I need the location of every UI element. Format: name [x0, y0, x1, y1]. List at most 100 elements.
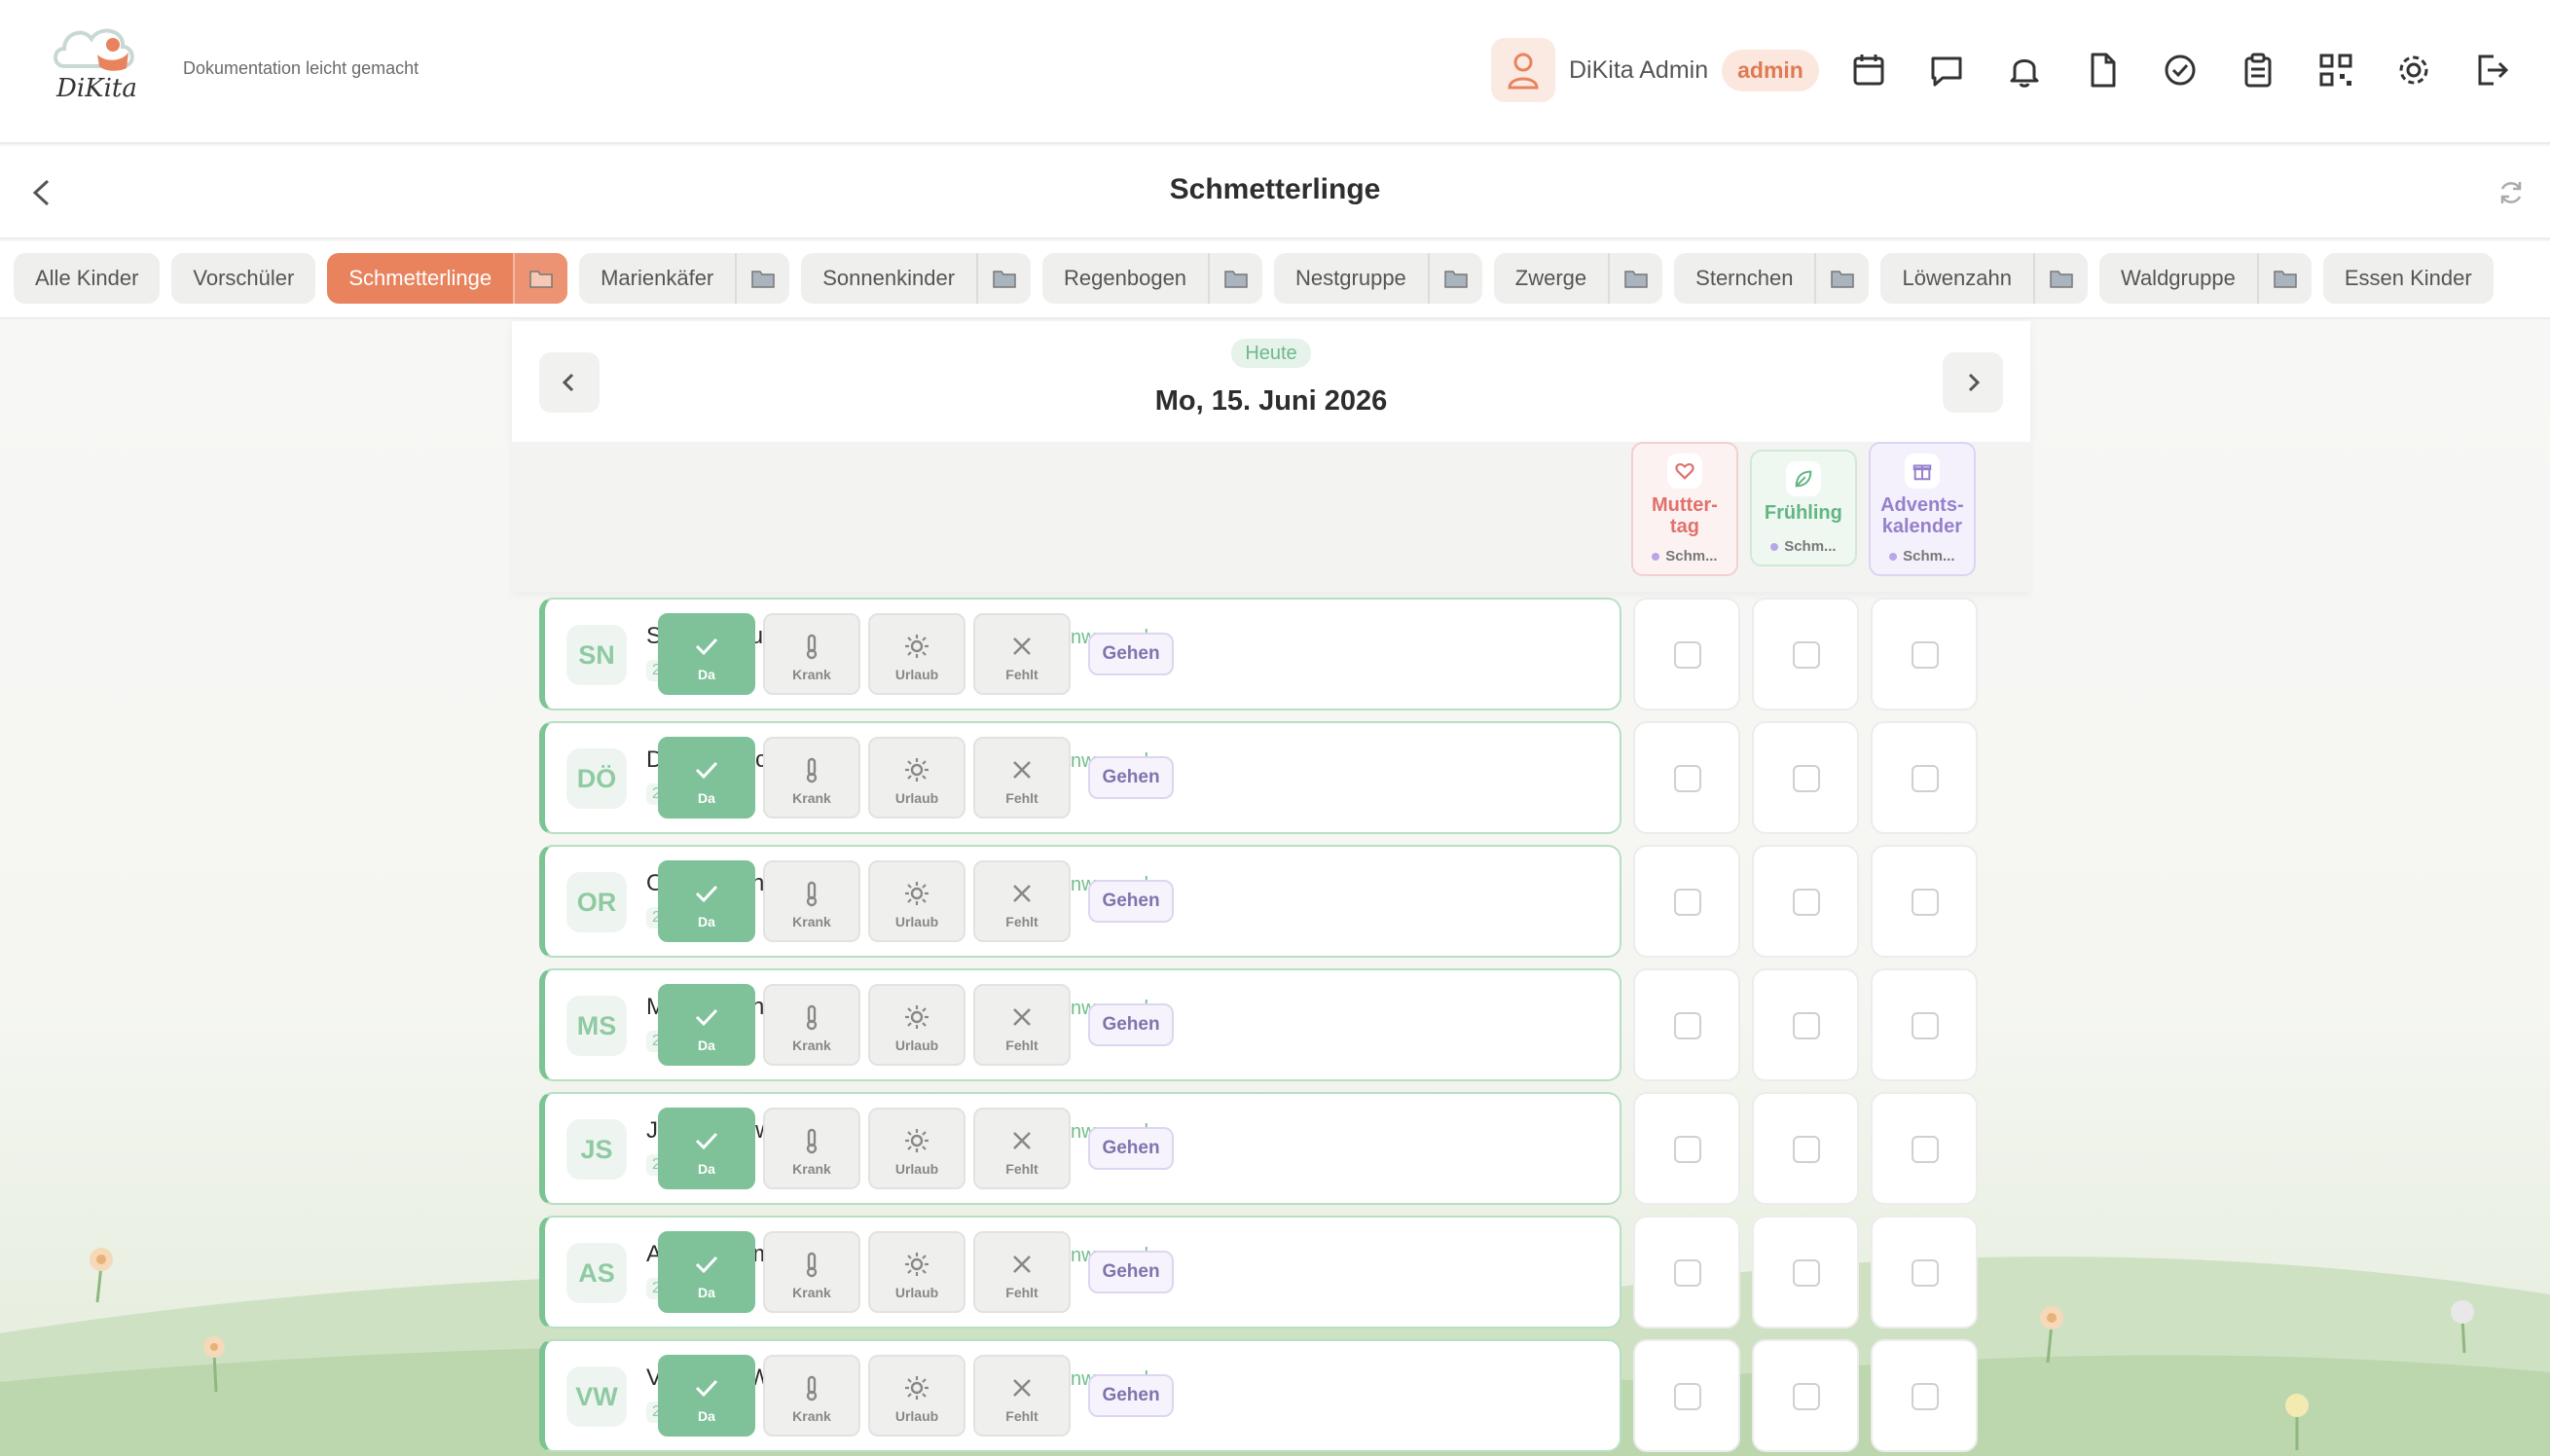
gehen-button[interactable]: Gehen: [1088, 756, 1174, 799]
event-checkbox-cell[interactable]: [1752, 721, 1859, 834]
tab-sternchen[interactable]: Sternchen: [1674, 253, 1870, 304]
event-column-header[interactable]: Advents- kalender Schm...: [1868, 442, 1976, 576]
tab-regenbogen[interactable]: Regenbogen: [1042, 253, 1263, 304]
folder-icon[interactable]: [1814, 253, 1869, 304]
event-checkbox-cell[interactable]: [1752, 1216, 1859, 1329]
da-button[interactable]: Da: [658, 1355, 755, 1437]
urlaub-button[interactable]: Urlaub: [868, 1355, 965, 1437]
chat-icon[interactable]: [1927, 51, 1966, 90]
check-circle-icon[interactable]: [2161, 51, 2200, 90]
da-button[interactable]: Da: [658, 984, 755, 1066]
checkbox[interactable]: [1793, 1012, 1820, 1039]
checkbox[interactable]: [1793, 765, 1820, 792]
folder-icon[interactable]: [2033, 253, 2088, 304]
tab-nestgruppe[interactable]: Nestgruppe: [1274, 253, 1482, 304]
checkbox[interactable]: [1912, 1136, 1939, 1163]
da-button[interactable]: Da: [658, 737, 755, 819]
checkbox[interactable]: [1793, 1136, 1820, 1163]
tab-waldgruppe[interactable]: Waldgruppe: [2099, 253, 2312, 304]
checkbox[interactable]: [1674, 889, 1701, 916]
gehen-button[interactable]: Gehen: [1088, 1127, 1174, 1170]
event-checkbox-cell[interactable]: [1633, 1092, 1740, 1205]
checkbox[interactable]: [1674, 1259, 1701, 1287]
checkbox[interactable]: [1793, 1259, 1820, 1287]
urlaub-button[interactable]: Urlaub: [868, 613, 965, 695]
gehen-button[interactable]: Gehen: [1088, 633, 1174, 675]
event-checkbox-cell[interactable]: [1752, 1092, 1859, 1205]
gehen-button[interactable]: Gehen: [1088, 1003, 1174, 1046]
user-menu[interactable]: DiKita Admin admin: [1491, 37, 1819, 103]
folder-icon[interactable]: [735, 253, 789, 304]
tab-vorschüler[interactable]: Vorschüler: [171, 253, 316, 304]
krank-button[interactable]: Krank: [763, 984, 860, 1066]
event-column-header[interactable]: Mutter- tag Schm...: [1630, 442, 1738, 576]
child-row[interactable]: MSMaria Schneider22:23→✓ AnwesendGehenDa…: [539, 968, 1621, 1081]
folder-icon[interactable]: [976, 253, 1031, 304]
tab-zwerge[interactable]: Zwerge: [1493, 253, 1663, 304]
child-row[interactable]: JSJakob Schwarz22:23→✓ AnwesendGehenDaKr…: [539, 1092, 1621, 1205]
folder-icon[interactable]: [1608, 253, 1662, 304]
krank-button[interactable]: Krank: [763, 1108, 860, 1189]
avatar[interactable]: [1491, 38, 1555, 102]
tab-alle-kinder[interactable]: Alle Kinder: [14, 253, 161, 304]
da-button[interactable]: Da: [658, 1108, 755, 1189]
checkbox[interactable]: [1674, 1136, 1701, 1163]
event-checkbox-cell[interactable]: [1871, 1092, 1978, 1205]
gehen-button[interactable]: Gehen: [1088, 880, 1174, 923]
folder-icon[interactable]: [513, 253, 568, 304]
event-checkbox-cell[interactable]: [1633, 1216, 1740, 1329]
fehlt-button[interactable]: Fehlt: [973, 1231, 1071, 1313]
bell-icon[interactable]: [2005, 51, 2044, 90]
event-checkbox-cell[interactable]: [1871, 1339, 1978, 1452]
event-checkbox-cell[interactable]: [1752, 1339, 1859, 1452]
fehlt-button[interactable]: Fehlt: [973, 984, 1071, 1066]
da-button[interactable]: Da: [658, 613, 755, 695]
urlaub-button[interactable]: Urlaub: [868, 737, 965, 819]
child-row[interactable]: VWValentina Wagner22:23→✓ AnwesendGehenD…: [539, 1339, 1621, 1452]
da-button[interactable]: Da: [658, 1231, 755, 1313]
checkbox[interactable]: [1674, 765, 1701, 792]
event-checkbox-cell[interactable]: [1871, 845, 1978, 958]
gehen-button[interactable]: Gehen: [1088, 1374, 1174, 1417]
fehlt-button[interactable]: Fehlt: [973, 1108, 1071, 1189]
tab-schmetterlinge[interactable]: Schmetterlinge: [327, 253, 568, 304]
today-badge[interactable]: Heute: [512, 339, 2030, 368]
event-column-header[interactable]: Frühling Schm...: [1749, 450, 1857, 566]
krank-button[interactable]: Krank: [763, 737, 860, 819]
event-checkbox-cell[interactable]: [1633, 721, 1740, 834]
refresh-icon[interactable]: [2495, 177, 2527, 208]
checkbox[interactable]: [1912, 1012, 1939, 1039]
event-checkbox-cell[interactable]: [1871, 968, 1978, 1081]
checkbox[interactable]: [1674, 1012, 1701, 1039]
gehen-button[interactable]: Gehen: [1088, 1251, 1174, 1293]
tab-essen-kinder[interactable]: Essen Kinder: [2322, 253, 2494, 304]
calendar-icon[interactable]: [1849, 51, 1888, 90]
event-checkbox-cell[interactable]: [1633, 968, 1740, 1081]
checkbox[interactable]: [1793, 1383, 1820, 1410]
krank-button[interactable]: Krank: [763, 860, 860, 942]
fehlt-button[interactable]: Fehlt: [973, 1355, 1071, 1437]
next-day-button[interactable]: [1943, 352, 2003, 413]
event-checkbox-cell[interactable]: [1633, 598, 1740, 710]
urlaub-button[interactable]: Urlaub: [868, 1108, 965, 1189]
child-row[interactable]: OROskar Roth22:23→✓ AnwesendGehenDaKrank…: [539, 845, 1621, 958]
krank-button[interactable]: Krank: [763, 1355, 860, 1437]
checkbox[interactable]: [1793, 641, 1820, 669]
fehlt-button[interactable]: Fehlt: [973, 613, 1071, 695]
app-logo[interactable]: DiKita: [51, 19, 148, 107]
folder-icon[interactable]: [1427, 253, 1482, 304]
checkbox[interactable]: [1912, 889, 1939, 916]
checkbox[interactable]: [1674, 1383, 1701, 1410]
child-row[interactable]: SNStefan Neumann22:23→U3✓ AnwesendGehenD…: [539, 598, 1621, 710]
fehlt-button[interactable]: Fehlt: [973, 737, 1071, 819]
event-checkbox-cell[interactable]: [1871, 1216, 1978, 1329]
folder-icon[interactable]: [2256, 253, 2312, 304]
event-checkbox-cell[interactable]: [1633, 1339, 1740, 1452]
krank-button[interactable]: Krank: [763, 1231, 860, 1313]
da-button[interactable]: Da: [658, 860, 755, 942]
event-checkbox-cell[interactable]: [1633, 845, 1740, 958]
logout-icon[interactable]: [2472, 51, 2511, 90]
qr-code-icon[interactable]: [2316, 51, 2355, 90]
child-row[interactable]: ASAnnika Sommer22:23→✓ AnwesendGehenDaKr…: [539, 1216, 1621, 1329]
child-row[interactable]: DÖDion Öcekci22:21→✓ AnwesendGehenDaKran…: [539, 721, 1621, 834]
